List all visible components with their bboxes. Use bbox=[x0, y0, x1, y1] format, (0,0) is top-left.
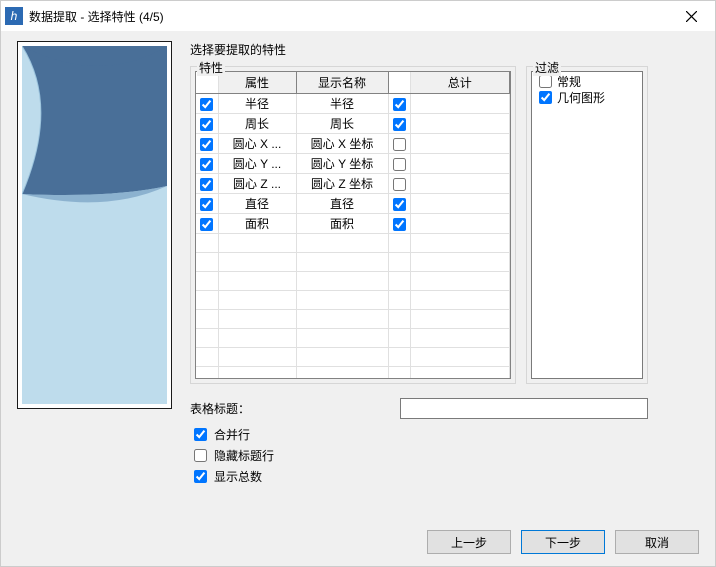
app-icon: h bbox=[5, 7, 23, 25]
row-select-checkbox[interactable] bbox=[200, 178, 213, 191]
title-text: 数据提取 - 选择特性 (4/5) bbox=[29, 8, 164, 25]
row-select-checkbox[interactable] bbox=[200, 98, 213, 111]
option-label: 隐藏标题行 bbox=[214, 447, 274, 464]
dialog-window: h 数据提取 - 选择特性 (4/5) bbox=[0, 0, 716, 567]
column-header-display[interactable]: 显示名称 bbox=[296, 72, 388, 94]
cell-display[interactable]: 面积 bbox=[296, 214, 388, 234]
filter-list: 常规几何图形 bbox=[531, 71, 643, 379]
preview-image bbox=[22, 46, 167, 404]
next-button[interactable]: 下一步 bbox=[521, 530, 605, 554]
properties-table: 属性 显示名称 总计 半径半径周长周长圆心 X ...圆心 X 坐标圆心 Y .… bbox=[196, 72, 510, 379]
cell-attr[interactable]: 圆心 Y ... bbox=[218, 154, 296, 174]
cell-total bbox=[410, 214, 510, 234]
table-row: 圆心 Z ...圆心 Z 坐标 bbox=[196, 174, 510, 194]
table-row bbox=[196, 272, 510, 291]
cell-attr[interactable]: 圆心 X ... bbox=[218, 134, 296, 154]
cell-total bbox=[410, 94, 510, 114]
table-row bbox=[196, 367, 510, 380]
cell-total bbox=[410, 194, 510, 214]
filter-label: 几何图形 bbox=[557, 89, 605, 106]
row-total-checkbox[interactable] bbox=[393, 98, 406, 111]
table-row bbox=[196, 253, 510, 272]
cell-total bbox=[410, 114, 510, 134]
filter-checkbox[interactable] bbox=[539, 91, 552, 104]
close-icon bbox=[686, 11, 697, 22]
filter-item: 几何图形 bbox=[533, 89, 641, 105]
close-button[interactable] bbox=[669, 2, 713, 30]
row-total-checkbox[interactable] bbox=[393, 198, 406, 211]
back-button[interactable]: 上一步 bbox=[427, 530, 511, 554]
properties-groupbox-title: 特性 bbox=[197, 59, 225, 76]
cell-attr[interactable]: 圆心 Z ... bbox=[218, 174, 296, 194]
cell-total bbox=[410, 134, 510, 154]
option-row: 显示总数 bbox=[190, 467, 699, 486]
cell-total bbox=[410, 174, 510, 194]
table-row: 圆心 X ...圆心 X 坐标 bbox=[196, 134, 510, 154]
cell-display[interactable]: 半径 bbox=[296, 94, 388, 114]
row-total-checkbox[interactable] bbox=[393, 178, 406, 191]
row-select-checkbox[interactable] bbox=[200, 118, 213, 131]
cell-display[interactable]: 周长 bbox=[296, 114, 388, 134]
table-row: 圆心 Y ...圆心 Y 坐标 bbox=[196, 154, 510, 174]
table-row bbox=[196, 291, 510, 310]
row-total-checkbox[interactable] bbox=[393, 138, 406, 151]
row-select-checkbox[interactable] bbox=[200, 158, 213, 171]
option-checkbox[interactable] bbox=[194, 449, 207, 462]
column-header-total-check[interactable] bbox=[388, 72, 410, 94]
cell-display[interactable]: 直径 bbox=[296, 194, 388, 214]
row-total-checkbox[interactable] bbox=[393, 158, 406, 171]
row-total-checkbox[interactable] bbox=[393, 218, 406, 231]
page-heading: 选择要提取的特性 bbox=[190, 41, 699, 58]
cancel-button[interactable]: 取消 bbox=[615, 530, 699, 554]
option-row: 隐藏标题行 bbox=[190, 446, 699, 465]
row-select-checkbox[interactable] bbox=[200, 198, 213, 211]
row-select-checkbox[interactable] bbox=[200, 138, 213, 151]
cell-attr[interactable]: 周长 bbox=[218, 114, 296, 134]
column-header-attr[interactable]: 属性 bbox=[218, 72, 296, 94]
table-row: 周长周长 bbox=[196, 114, 510, 134]
table-title-label: 表格标题： bbox=[190, 400, 400, 417]
cell-attr[interactable]: 直径 bbox=[218, 194, 296, 214]
properties-groupbox: 特性 属性 显示名称 总计 bbox=[190, 66, 516, 384]
cell-display[interactable]: 圆心 Y 坐标 bbox=[296, 154, 388, 174]
cell-total bbox=[410, 154, 510, 174]
table-row bbox=[196, 329, 510, 348]
option-checkbox[interactable] bbox=[194, 470, 207, 483]
option-label: 显示总数 bbox=[214, 468, 262, 485]
table-row bbox=[196, 348, 510, 367]
title-bar: h 数据提取 - 选择特性 (4/5) bbox=[1, 1, 715, 31]
table-row: 直径直径 bbox=[196, 194, 510, 214]
column-header-total[interactable]: 总计 bbox=[410, 72, 510, 94]
cell-attr[interactable]: 半径 bbox=[218, 94, 296, 114]
table-row bbox=[196, 234, 510, 253]
cell-display[interactable]: 圆心 Z 坐标 bbox=[296, 174, 388, 194]
option-checkbox[interactable] bbox=[194, 428, 207, 441]
table-title-input[interactable] bbox=[400, 398, 648, 419]
cell-display[interactable]: 圆心 X 坐标 bbox=[296, 134, 388, 154]
option-row: 合并行 bbox=[190, 425, 699, 444]
preview-frame bbox=[17, 41, 172, 409]
filter-groupbox-title: 过滤 bbox=[533, 59, 561, 76]
option-label: 合并行 bbox=[214, 426, 250, 443]
row-select-checkbox[interactable] bbox=[200, 218, 213, 231]
table-row: 面积面积 bbox=[196, 214, 510, 234]
filter-checkbox[interactable] bbox=[539, 75, 552, 88]
filter-groupbox: 过滤 常规几何图形 bbox=[526, 66, 648, 384]
cell-attr[interactable]: 面积 bbox=[218, 214, 296, 234]
row-total-checkbox[interactable] bbox=[393, 118, 406, 131]
table-row bbox=[196, 310, 510, 329]
table-row: 半径半径 bbox=[196, 94, 510, 114]
